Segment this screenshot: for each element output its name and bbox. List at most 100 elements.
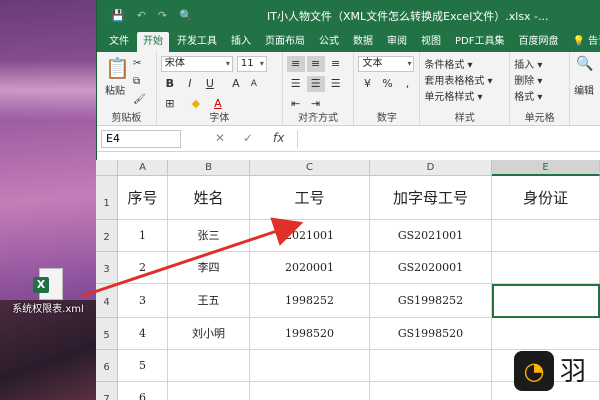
table-cell[interactable]: 2021001 — [250, 220, 370, 252]
header-cell[interactable]: 身份证 — [492, 176, 600, 220]
cancel-icon[interactable]: ✕ — [215, 131, 225, 145]
align-top-icon[interactable]: ≡ — [286, 56, 305, 72]
align-bottom-icon[interactable]: ≡ — [327, 56, 345, 72]
bold-button[interactable]: B — [161, 76, 179, 92]
save-icon[interactable]: 💾 — [111, 9, 125, 22]
header-cell[interactable]: 工号 — [250, 176, 370, 220]
align-left-icon[interactable]: ☰ — [287, 76, 305, 92]
table-cell[interactable] — [168, 382, 250, 400]
tab-4[interactable]: 页面布局 — [259, 32, 311, 52]
table-cell[interactable]: 3 — [118, 284, 168, 318]
comma-button[interactable]: , — [398, 76, 416, 92]
font-name-select[interactable]: 宋体 — [160, 56, 233, 72]
table-cell[interactable]: GS2020001 — [370, 252, 492, 284]
table-cell[interactable] — [370, 350, 492, 382]
table-cell[interactable] — [250, 350, 370, 382]
tab-0[interactable]: 文件 — [103, 32, 135, 52]
percent-button[interactable]: % — [378, 76, 396, 92]
insert-function-button[interactable]: fx — [273, 131, 284, 145]
formula-input[interactable] — [297, 130, 600, 148]
column-header-E[interactable]: E — [492, 160, 600, 176]
row-header[interactable]: 1 — [96, 176, 118, 220]
print-preview-icon[interactable]: 🔍 — [179, 9, 193, 22]
align-right-icon[interactable]: ☰ — [327, 76, 345, 92]
desktop-wallpaper — [0, 60, 96, 120]
tab-2[interactable]: 开发工具 — [171, 32, 223, 52]
table-cell[interactable]: 1 — [118, 220, 168, 252]
align-center-icon[interactable]: ☰ — [306, 76, 325, 92]
undo-icon[interactable]: ↶ — [137, 9, 146, 22]
table-cell[interactable]: GS1998252 — [370, 284, 492, 318]
cells-label: 单元格 — [524, 113, 555, 124]
column-header-A[interactable]: A — [118, 160, 168, 176]
column-header-C[interactable]: C — [250, 160, 370, 176]
grow-font-button[interactable]: A — [227, 76, 245, 92]
table-cell[interactable]: 张三 — [168, 220, 250, 252]
table-cell[interactable]: 王五 — [168, 284, 250, 318]
table-cell[interactable] — [370, 382, 492, 400]
italic-button[interactable]: I — [181, 76, 199, 92]
header-cell[interactable]: 姓名 — [168, 176, 250, 220]
shrink-font-button[interactable]: A — [245, 76, 263, 92]
table-cell[interactable] — [492, 284, 600, 318]
font-size-select[interactable]: 11 — [236, 56, 267, 72]
number-format-select[interactable]: 文本 — [358, 56, 415, 72]
table-cell[interactable]: 1998520 — [250, 318, 370, 350]
format-painter-icon[interactable]: 🖌 — [133, 94, 146, 105]
excel-file-icon: X — [33, 268, 63, 302]
select-all-corner[interactable] — [96, 160, 118, 176]
tell-me-search[interactable]: 💡 告诉我 — [566, 32, 600, 52]
column-header-B[interactable]: B — [168, 160, 250, 176]
paste-button[interactable]: 粘贴 — [105, 82, 125, 97]
table-cell[interactable]: 刘小明 — [168, 318, 250, 350]
tab-5[interactable]: 公式 — [313, 32, 345, 52]
row-header[interactable]: 7 — [96, 382, 118, 400]
column-header-D[interactable]: D — [370, 160, 492, 176]
header-cell[interactable]: 序号 — [118, 176, 168, 220]
row-header[interactable]: 3 — [96, 252, 118, 284]
tab-7[interactable]: 审阅 — [381, 32, 413, 52]
table-cell[interactable]: 6 — [118, 382, 168, 400]
underline-button[interactable]: U — [201, 76, 219, 92]
align-middle-icon[interactable]: ≡ — [306, 56, 325, 72]
table-cell[interactable] — [492, 252, 600, 284]
find-icon[interactable]: 🔍 — [576, 56, 593, 72]
redo-icon[interactable]: ↷ — [158, 9, 167, 22]
format-cells-button[interactable]: 格式 ▾ — [514, 88, 542, 103]
tab-6[interactable]: 数据 — [347, 32, 379, 52]
tab-10[interactable]: 百度网盘 — [512, 32, 564, 52]
format-as-table-button[interactable]: 套用表格格式 ▾ — [424, 72, 492, 87]
row-header[interactable]: 5 — [96, 318, 118, 350]
row-header[interactable]: 2 — [96, 220, 118, 252]
currency-icon[interactable]: ¥ — [358, 76, 376, 92]
table-cell[interactable]: 5 — [118, 350, 168, 382]
tab-9[interactable]: PDF工具集 — [449, 32, 510, 52]
conditional-format-button[interactable]: 条件格式 ▾ — [424, 56, 472, 71]
cut-icon[interactable]: ✂ — [133, 58, 141, 69]
table-cell[interactable]: GS1998520 — [370, 318, 492, 350]
tab-8[interactable]: 视图 — [415, 32, 447, 52]
table-cell[interactable] — [250, 382, 370, 400]
table-cell[interactable] — [168, 350, 250, 382]
name-box[interactable]: E4 — [101, 130, 181, 148]
delete-cells-button[interactable]: 删除 ▾ — [514, 72, 542, 87]
row-header[interactable]: 6 — [96, 350, 118, 382]
row-header[interactable]: 4 — [96, 284, 118, 318]
copy-icon[interactable]: ⧉ — [133, 76, 140, 87]
table-cell[interactable]: 4 — [118, 318, 168, 350]
table-cell[interactable] — [492, 220, 600, 252]
header-cell[interactable]: 加字母工号 — [370, 176, 492, 220]
desktop-file-icon[interactable]: X 系统权限表.xml — [8, 268, 88, 316]
table-cell[interactable]: 李四 — [168, 252, 250, 284]
cell-styles-button[interactable]: 单元格样式 ▾ — [424, 88, 482, 103]
font-group: 宋体 11 B I U A A ⊞ ◆ A 字体 — [157, 52, 283, 126]
tab-1[interactable]: 开始 — [137, 32, 169, 52]
table-cell[interactable]: 2 — [118, 252, 168, 284]
insert-cells-button[interactable]: 插入 ▾ — [514, 56, 542, 71]
tab-3[interactable]: 插入 — [225, 32, 257, 52]
table-cell[interactable]: 1998252 — [250, 284, 370, 318]
paste-icon[interactable]: 📋 — [105, 56, 130, 80]
enter-icon[interactable]: ✓ — [243, 131, 253, 145]
table-cell[interactable]: 2020001 — [250, 252, 370, 284]
table-cell[interactable]: GS2021001 — [370, 220, 492, 252]
